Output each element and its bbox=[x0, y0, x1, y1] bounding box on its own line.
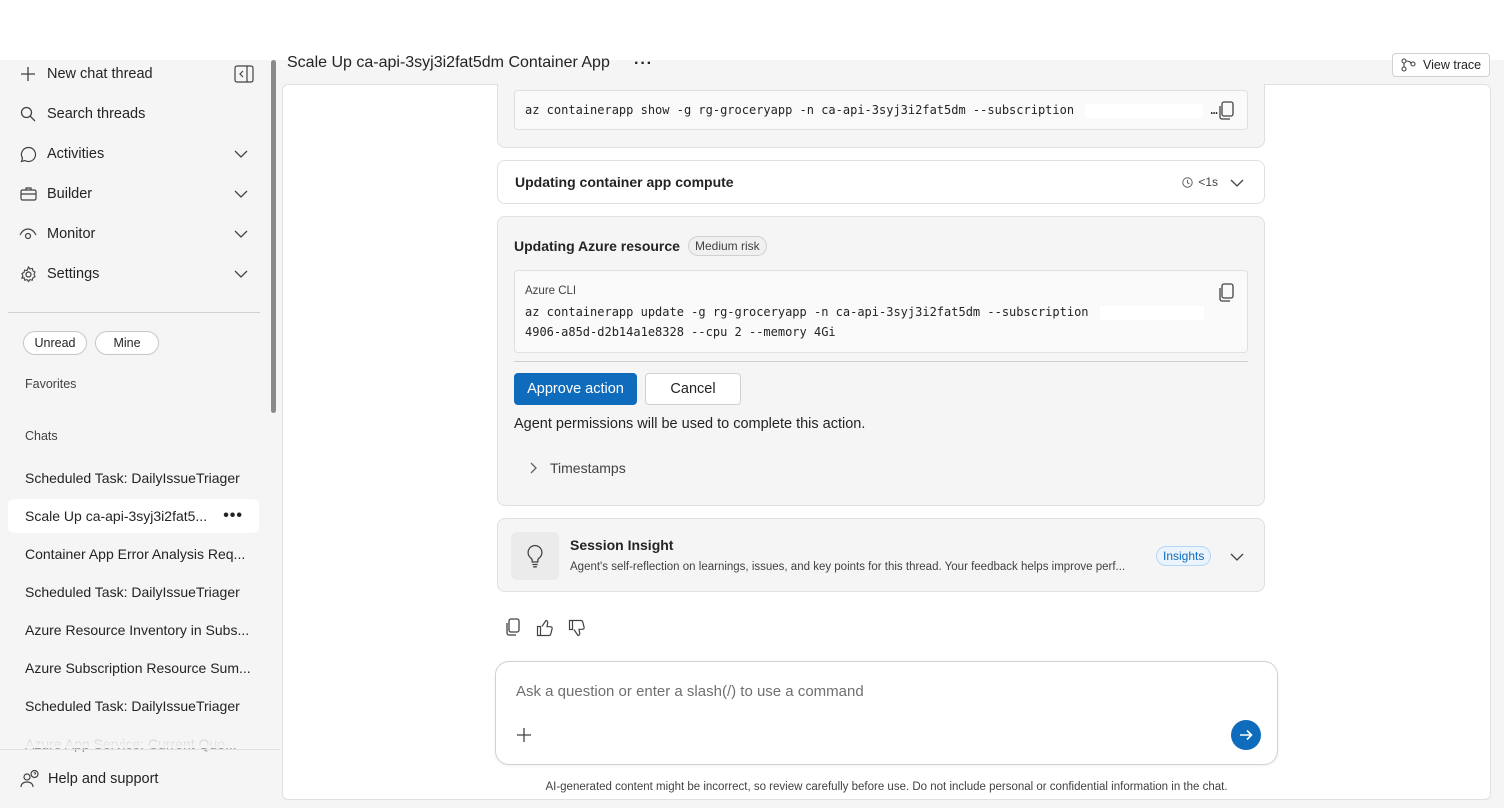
code-line-2: 4906-a85d-d2b14a1e8328 --cpu 2 --memory … bbox=[525, 325, 836, 339]
step-title: Updating container app compute bbox=[515, 174, 734, 190]
collapse-sidebar-icon[interactable] bbox=[234, 65, 254, 83]
chat-composer[interactable]: Ask a question or enter a slash(/) to us… bbox=[495, 661, 1278, 765]
approve-action-button[interactable]: Approve action bbox=[514, 373, 637, 405]
redacted-subscription bbox=[1099, 305, 1204, 320]
timestamps-label: Timestamps bbox=[550, 460, 626, 476]
thumbs-down-icon[interactable] bbox=[568, 619, 586, 638]
sidebar-item-settings[interactable]: Settings bbox=[8, 256, 260, 292]
chat-bubble-icon bbox=[18, 144, 38, 164]
chat-list-item[interactable]: Container App Error Analysis Req... bbox=[8, 537, 259, 571]
new-chat-thread-button[interactable]: New chat thread bbox=[8, 56, 260, 92]
send-button[interactable] bbox=[1231, 720, 1261, 750]
chats-heading: Chats bbox=[25, 429, 58, 443]
thread-more-options-icon[interactable]: ··· bbox=[634, 55, 653, 73]
gear-icon bbox=[18, 264, 38, 284]
people-help-icon bbox=[20, 769, 40, 789]
nav-label: Activities bbox=[47, 146, 105, 162]
chevron-down-icon bbox=[234, 190, 248, 198]
help-and-support-button[interactable]: Help and support bbox=[0, 749, 280, 808]
command-code-block: az containerapp show -g rg-groceryapp -n… bbox=[514, 90, 1248, 130]
thumbs-up-icon[interactable] bbox=[536, 618, 554, 637]
chat-list-item-active[interactable]: Scale Up ca-api-3syj3i2fat5... ••• bbox=[8, 499, 259, 533]
step-updating-compute[interactable]: Updating container app compute <1s bbox=[497, 160, 1265, 204]
chevron-right-icon bbox=[530, 462, 537, 474]
chevron-down-icon bbox=[234, 150, 248, 158]
action-title: Updating Azure resource bbox=[514, 238, 680, 254]
action-approval-card: Updating Azure resource Medium risk Azur… bbox=[497, 216, 1265, 506]
chat-list-item[interactable]: Scheduled Task: DailyIssueTriager bbox=[8, 689, 259, 723]
ai-disclaimer: AI-generated content might be incorrect,… bbox=[545, 781, 1228, 793]
favorites-heading: Favorites bbox=[25, 377, 77, 391]
command-card: az containerapp show -g rg-groceryapp -n… bbox=[497, 84, 1265, 148]
briefcase-icon bbox=[18, 184, 38, 204]
insights-badge: Insights bbox=[1156, 546, 1212, 566]
composer-placeholder: Ask a question or enter a slash(/) to us… bbox=[516, 683, 864, 700]
sidebar: New chat thread Search threads Activitie… bbox=[0, 60, 280, 808]
code-language-label: Azure CLI bbox=[525, 285, 577, 297]
step-duration: <1s bbox=[1182, 175, 1218, 189]
insight-title: Session Insight bbox=[570, 537, 674, 553]
chevron-down-icon bbox=[234, 270, 248, 278]
chat-list-fade bbox=[8, 732, 259, 748]
action-divider bbox=[514, 361, 1248, 362]
chat-list-item[interactable]: Scheduled Task: DailyIssueTriager bbox=[8, 461, 259, 495]
clock-icon bbox=[1182, 176, 1194, 188]
copy-icon[interactable] bbox=[1217, 101, 1235, 121]
add-attachment-icon[interactable] bbox=[516, 727, 532, 743]
filter-unread-button[interactable]: Unread bbox=[23, 331, 87, 355]
top-blank-area bbox=[0, 0, 1504, 60]
action-header: Updating Azure resource Medium risk bbox=[514, 236, 767, 256]
page-title: Scale Up ca-api-3syj3i2fat5dm Container … bbox=[287, 54, 610, 71]
sidebar-item-activities[interactable]: Activities bbox=[8, 136, 260, 172]
sidebar-scrollbar[interactable] bbox=[271, 60, 276, 413]
filter-mine-button[interactable]: Mine bbox=[95, 331, 159, 355]
nav-label: Monitor bbox=[47, 226, 96, 242]
timestamps-toggle[interactable]: Timestamps bbox=[528, 460, 626, 476]
search-icon bbox=[18, 104, 38, 124]
code-line-1: az containerapp update -g rg-groceryapp … bbox=[525, 305, 1089, 319]
chevron-down-icon[interactable] bbox=[1228, 174, 1246, 192]
azure-cli-code-block: Azure CLI az containerapp update -g rg-g… bbox=[514, 270, 1248, 353]
session-insight-card[interactable]: Session Insight Agent's self-reflection … bbox=[497, 518, 1265, 592]
cancel-button[interactable]: Cancel bbox=[645, 373, 741, 405]
chat-list-item[interactable]: Azure Resource Inventory in Subs... bbox=[8, 613, 259, 647]
nav-label: Builder bbox=[47, 186, 93, 202]
copy-response-icon[interactable] bbox=[505, 618, 521, 637]
nav-label: Settings bbox=[47, 266, 100, 282]
search-threads-button[interactable]: Search threads bbox=[8, 96, 260, 132]
action-note: Agent permissions will be used to comple… bbox=[514, 416, 866, 432]
help-label: Help and support bbox=[48, 771, 159, 787]
copy-icon[interactable] bbox=[1217, 283, 1235, 303]
sidebar-item-builder[interactable]: Builder bbox=[8, 176, 260, 212]
nav-label: New chat thread bbox=[47, 66, 153, 82]
chat-list-item[interactable]: Scheduled Task: DailyIssueTriager bbox=[8, 575, 259, 609]
chat-title: Scale Up ca-api-3syj3i2fat5... bbox=[25, 508, 208, 524]
duration-text: <1s bbox=[1198, 175, 1218, 189]
view-trace-label: View trace bbox=[1423, 58, 1482, 72]
nav-label: Search threads bbox=[47, 106, 146, 122]
chat-list-item[interactable]: Azure Subscription Resource Sum... bbox=[8, 651, 259, 685]
sidebar-item-monitor[interactable]: Monitor bbox=[8, 216, 260, 252]
trace-icon bbox=[1401, 58, 1416, 72]
insight-description: Agent's self-reflection on learnings, is… bbox=[570, 561, 1126, 573]
command-text: az containerapp show -g rg-groceryapp -n… bbox=[525, 103, 1075, 117]
chevron-down-icon[interactable] bbox=[1228, 548, 1246, 566]
plus-icon bbox=[18, 64, 38, 84]
redacted-subscription bbox=[1085, 103, 1204, 118]
sidebar-divider bbox=[8, 312, 260, 313]
lightbulb-icon bbox=[511, 532, 559, 580]
chevron-down-icon bbox=[234, 230, 248, 238]
eye-icon bbox=[18, 224, 38, 244]
chat-more-options-icon[interactable]: ••• bbox=[223, 507, 243, 525]
arrow-right-icon bbox=[1240, 729, 1253, 741]
risk-badge: Medium risk bbox=[687, 236, 767, 256]
view-trace-button[interactable]: View trace bbox=[1392, 53, 1490, 77]
